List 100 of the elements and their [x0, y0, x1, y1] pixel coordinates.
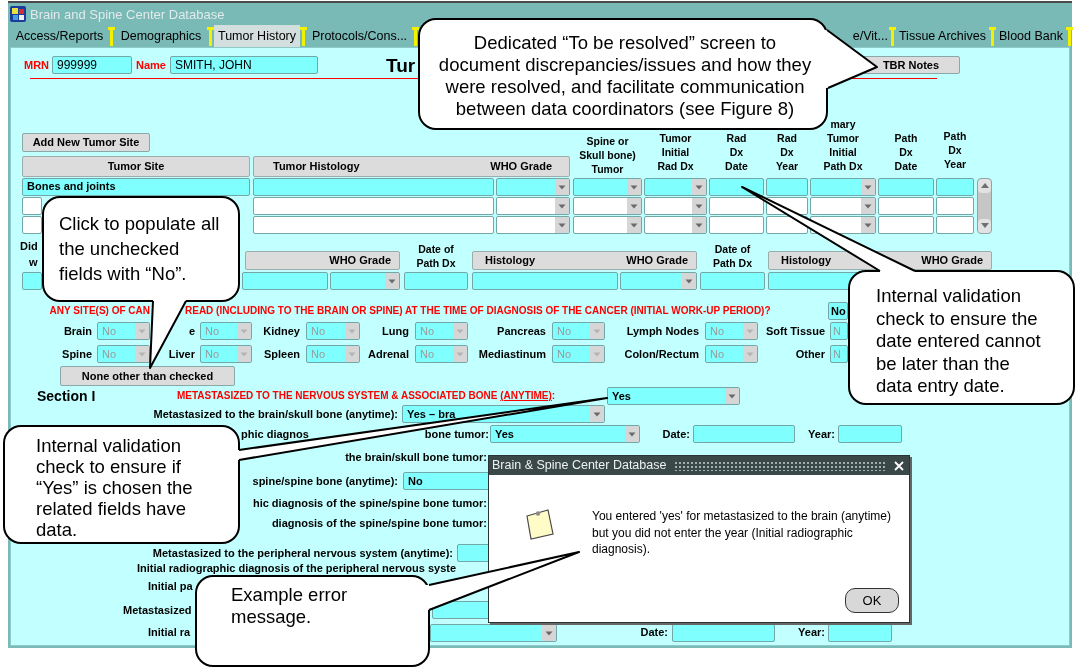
- header-label: Histology: [781, 253, 832, 269]
- input-field[interactable]: [709, 215, 764, 234]
- caret-down-icon: [625, 426, 639, 442]
- form-label: Metastasized to the peripheral nervous system (anytime):: [152, 547, 453, 559]
- callout: Click to populate all the unchecked fields with “No”.: [42, 196, 240, 302]
- form-label: Initial pa: [148, 580, 193, 592]
- caret-down-icon: [861, 216, 875, 233]
- input-field[interactable]: SMITH, JOHN: [170, 56, 318, 74]
- caret-down-icon: [590, 406, 604, 422]
- caret-down-icon: [555, 197, 569, 214]
- caret-down-icon: [237, 323, 251, 339]
- input-field[interactable]: 999999: [52, 56, 132, 74]
- form-label: the brain/skull bone tumor:: [345, 451, 487, 463]
- header-label: Tumor Histology: [273, 159, 360, 175]
- caret-down-icon: [555, 178, 569, 195]
- input-field[interactable]: [709, 177, 764, 196]
- column-header: Rad Dx Date: [725, 131, 748, 174]
- column-header: Date of Path Dx: [416, 242, 456, 270]
- input-field[interactable]: [709, 196, 764, 215]
- tab[interactable]: Tissue Archives: [896, 25, 989, 47]
- input-field[interactable]: [253, 215, 494, 234]
- caret-down-icon: [385, 273, 399, 289]
- input-field[interactable]: [936, 215, 974, 234]
- form-label: w: [29, 256, 38, 269]
- input-field[interactable]: [253, 177, 494, 196]
- form-label: phic diagnos: [241, 428, 309, 440]
- input-field[interactable]: [766, 177, 808, 196]
- question-text: ANY SITE(S) OF CAN: [49, 306, 150, 316]
- caret-down-icon: [692, 216, 706, 233]
- none-other-button[interactable]: None other than checked: [60, 366, 235, 386]
- input-field[interactable]: Bones and joints: [22, 177, 250, 196]
- caret-down-icon: [743, 323, 757, 339]
- scroll-up-button[interactable]: [978, 178, 991, 193]
- caret-down-icon: [861, 178, 875, 195]
- scrollbar[interactable]: [977, 177, 992, 234]
- input-field[interactable]: [22, 272, 42, 290]
- form-label: Liver: [168, 348, 195, 360]
- dropdown[interactable]: Yes: [607, 387, 740, 405]
- form-label: Spleen: [263, 348, 300, 360]
- caret-down-icon: [135, 346, 149, 362]
- caret-down-icon: [692, 197, 706, 214]
- input-field[interactable]: [838, 425, 902, 443]
- section-label: Section I: [37, 389, 96, 403]
- dropdown[interactable]: No: [828, 302, 848, 320]
- tab[interactable]: Blood Bank: [996, 25, 1066, 47]
- caret-down-icon: [861, 197, 875, 214]
- input-field[interactable]: [253, 196, 494, 215]
- tab[interactable]: Demographics: [115, 25, 207, 47]
- caret-down-icon: [627, 216, 641, 233]
- form-label: Year:: [808, 428, 835, 440]
- tab[interactable]: Protocols/Cons...: [307, 25, 412, 47]
- column-header: Rad Dx Year: [775, 131, 799, 174]
- form-label: Adrenal: [368, 348, 409, 360]
- dropdown[interactable]: Yes: [490, 425, 640, 443]
- input-field[interactable]: [936, 177, 974, 196]
- form-label: Initial ra: [148, 627, 191, 638]
- caret-down-icon: [980, 223, 989, 228]
- input-field[interactable]: [22, 196, 42, 215]
- input-field[interactable]: [878, 215, 934, 234]
- caret-up-icon: [980, 183, 989, 188]
- add-tumor-site-button[interactable]: Add New Tumor Site: [22, 133, 150, 152]
- form-label: Date:: [662, 428, 690, 440]
- tab[interactable]: e/Vit...: [850, 25, 889, 47]
- input-field[interactable]: [242, 272, 328, 290]
- field-label: MRN: [24, 57, 50, 73]
- note-icon: [525, 508, 555, 540]
- caret-down-icon: [135, 323, 149, 339]
- column-header: Path Dx Year: [943, 129, 967, 172]
- input-field[interactable]: [472, 272, 618, 290]
- caret-down-icon: [345, 323, 359, 339]
- header-label: WHO Grade: [921, 253, 983, 269]
- header-label: WHO Grade: [490, 159, 552, 175]
- form-label: Colon/Rectum: [624, 348, 699, 360]
- form-label: bone tumor:: [424, 428, 489, 440]
- caret-down-icon: [555, 216, 569, 233]
- input-field[interactable]: [878, 196, 934, 215]
- form-label: Mediastinum: [478, 348, 546, 360]
- form-label: Kidney: [263, 325, 300, 337]
- form-label: diagnosis of the spine/spine bone tumor:: [271, 517, 487, 529]
- input-field[interactable]: [878, 177, 934, 196]
- input-field[interactable]: [22, 215, 42, 234]
- form-label: Metastasized to the brain/skull bone (anytime):: [153, 408, 398, 420]
- callout: Internal validation check to ensure if “Yes” is chosen the related fields have data.: [3, 425, 240, 544]
- input-field[interactable]: [936, 196, 974, 215]
- tab[interactable]: Tumor History: [214, 25, 300, 47]
- scroll-down-button[interactable]: [978, 218, 991, 233]
- input-field[interactable]: [404, 272, 468, 290]
- header-label: WHO Grade: [329, 253, 391, 269]
- input-field[interactable]: [700, 272, 765, 290]
- form-label: Date:: [640, 627, 668, 638]
- tab[interactable]: Access/Reports: [11, 25, 108, 47]
- caret-down-icon: [627, 178, 641, 195]
- callout: Example error message.: [195, 575, 430, 667]
- header-label: WHO Grade: [626, 253, 688, 269]
- ok-button[interactable]: OK: [845, 588, 899, 613]
- form-label: Brain: [63, 325, 92, 337]
- dialog-title: Brain & Spine Center Database: [492, 459, 667, 472]
- input-field[interactable]: [693, 425, 795, 443]
- close-button[interactable]: [893, 459, 905, 472]
- caret-down-icon: [345, 346, 359, 362]
